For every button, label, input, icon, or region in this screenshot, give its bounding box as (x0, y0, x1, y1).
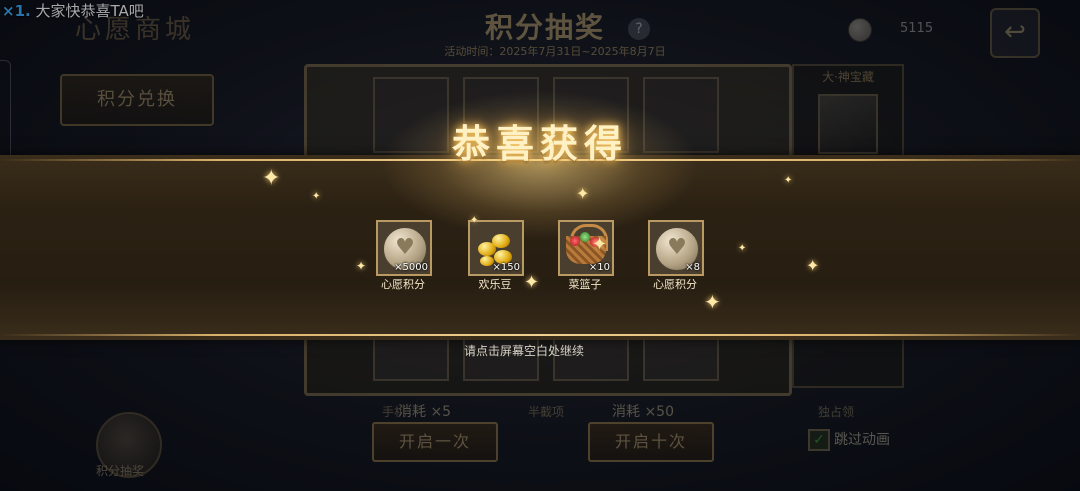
sparkle-icon: ✦ (356, 259, 367, 273)
sparkle-icon: ✦ (262, 166, 281, 191)
sparkle-icon: ✦ (312, 191, 321, 202)
reward-quantity: ×10 (588, 262, 610, 273)
continue-hint: 请点击屏幕空白处继续 (464, 344, 585, 358)
sparkle-icon: ✦ (592, 234, 608, 255)
reward-item[interactable]: ♥ ×8 心愿积分 (646, 220, 706, 291)
reward-quantity: ×150 (492, 262, 520, 273)
reward-icon-frame: ♥ ×5000 (376, 220, 432, 276)
popup-title: 恭喜获得 (451, 121, 628, 166)
reward-item[interactable]: ×150 欢乐豆 (466, 220, 526, 291)
sparkle-icon: ✦ (806, 256, 820, 275)
sparkle-icon: ✦ (784, 175, 793, 186)
sparkle-icon: ✦ (576, 184, 590, 203)
reward-name: 菜篮子 (568, 278, 602, 291)
reward-item[interactable]: ♥ ×5000 心愿积分 (374, 220, 434, 291)
reward-quantity: ×8 (685, 262, 700, 273)
sparkle-icon: ✦ (470, 215, 479, 226)
sparkle-icon: ✦ (738, 243, 747, 254)
sparkle-icon: ✦ (704, 290, 721, 314)
reward-icon-frame: ♥ ×8 (648, 220, 704, 276)
reward-name: 心愿积分 (381, 278, 425, 291)
sparkle-icon: ✦ (524, 272, 540, 293)
reward-quantity: ×5000 (394, 262, 428, 273)
reward-icon-frame: ×150 (468, 220, 524, 276)
